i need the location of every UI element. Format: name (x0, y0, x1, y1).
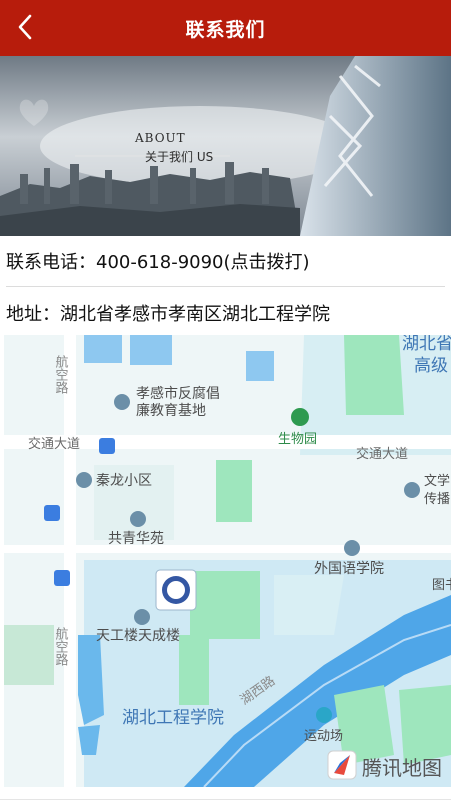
map-label-qinlong: 秦龙小区 (96, 473, 152, 489)
map-label-hubei-top-1: 湖北省 (402, 335, 451, 354)
map-label-jiaotong-right: 交通大道 (356, 446, 408, 462)
banner-about-text: ABOUT (134, 131, 186, 145)
map-label-library-partial: 图书 (432, 578, 451, 593)
bottom-divider (0, 799, 451, 800)
top-bar: 联系我们 (0, 0, 451, 56)
map-label-hangkong-road-top: 航空路 (53, 354, 69, 394)
map-label-foreign-lang: 外国语学院 (314, 561, 384, 577)
map-label-wenxue-1: 文学 (424, 473, 450, 489)
map-label-tiangong: 天工楼天成楼 (96, 628, 180, 644)
map-label-anticorruption-2: 廉教育基地 (136, 402, 206, 419)
location-map[interactable]: 航空路 航空路 孝感市反腐倡 廉教育基地 生物园 交通大道 交通大道 秦龙小区 … (4, 335, 451, 787)
about-banner-image: ABOUT 关于我们 US (0, 56, 451, 236)
map-label-biology-park: 生物园 (278, 432, 317, 447)
divider (6, 286, 445, 287)
map-label-jiaotong-left: 交通大道 (28, 436, 80, 452)
phone-link[interactable]: 联系电话：400-618-9090(点击拨打) (0, 248, 451, 274)
map-label-hangkong-road-bottom: 航空路 (53, 626, 69, 666)
address-text: 地址：湖北省孝感市孝南区湖北工程学院 (6, 304, 330, 325)
map-label-gongqing: 共青华苑 (108, 531, 164, 547)
map-label-hubei-engineering: 湖北工程学院 (122, 708, 224, 728)
map-watermark: 腾讯地图 (362, 756, 442, 780)
page-title: 联系我们 (185, 19, 266, 41)
map-label-anticorruption-1: 孝感市反腐倡 (136, 385, 220, 402)
map-label-hubei-top-2: 高级 (414, 356, 448, 376)
map-label-playground: 运动场 (304, 729, 343, 744)
map-label-wenxue-2: 传播 (424, 492, 450, 507)
banner-subtitle: 关于我们 US (145, 149, 213, 164)
